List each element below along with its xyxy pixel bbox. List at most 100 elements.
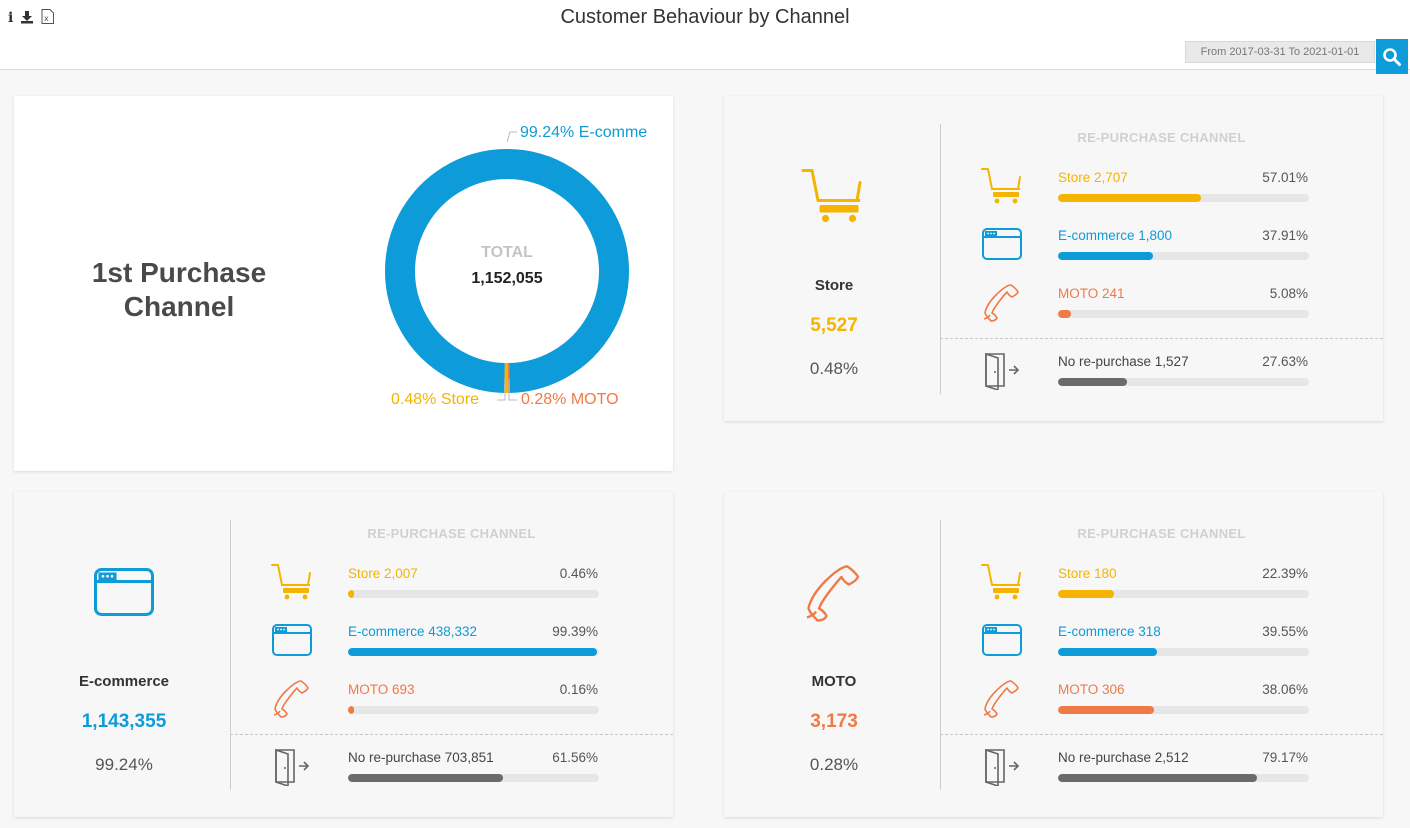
phone-icon [270,678,314,718]
progress-fill [1058,774,1257,782]
progress-track [1058,648,1309,656]
repurchase-row-moto: MOTO 241 5.08% [980,282,1320,326]
phone-icon [980,678,1024,718]
cart-icon [980,166,1024,206]
page-title: Customer Behaviour by Channel [560,6,850,28]
phone-icon [980,282,1024,322]
repurchase-row-ecom: E-commerce 438,332 99.39% [270,620,610,664]
repurchase-percent: 38.06% [1262,682,1308,697]
search-button[interactable] [1376,39,1408,74]
repurchase-row-store: Store 2,007 0.46% [270,562,610,606]
channel-name: E-commerce [78,673,170,690]
repurchase-percent: 39.55% [1262,624,1308,639]
browser-window-icon [270,620,314,660]
repurchase-percent: 22.39% [1262,566,1308,581]
progress-track [1058,590,1309,598]
dashed-divider [940,734,1383,735]
repurchase-percent: 79.17% [1262,750,1308,765]
repurchase-label: E-commerce 438,332 [348,624,478,639]
progress-track [348,648,599,656]
progress-fill [348,648,598,656]
progress-track [348,774,599,782]
progress-track [348,590,599,598]
exit-door-icon [980,350,1024,392]
donut-total-value: 1,152,055 [471,270,543,287]
repurchase-label: No re-purchase 703,851 [348,750,494,765]
repurchase-percent: 0.46% [559,566,598,581]
dashed-divider [940,338,1383,339]
date-range-field[interactable]: From 2017-03-31 To 2021-01-01 [1185,41,1375,63]
channel-summary: Store 5,527 0.48% [724,96,944,421]
cart-icon [980,562,1024,602]
repurchase-label: Store 2,707 [1058,170,1128,185]
channel-percent: 99.24% [95,755,153,774]
progress-fill [1058,706,1154,714]
moto-channel-card: MOTO 3,173 0.28% RE-PURCHASE CHANNEL Store 1… [724,492,1383,817]
progress-fill [348,590,355,598]
store-channel-card: Store 5,527 0.48% RE-PURCHASE CHANNEL Store … [724,96,1383,421]
progress-track [1058,310,1309,318]
repurchase-label: MOTO 241 [1058,286,1125,301]
repurchase-channel-heading: RE-PURCHASE CHANNEL [367,526,536,541]
channel-count: 1,143,355 [81,711,167,732]
repurchase-row-moto: MOTO 306 38.06% [980,678,1320,722]
repurchase-row-none: No re-purchase 703,851 61.56% [270,746,610,790]
progress-fill [1058,378,1128,386]
progress-track [1058,252,1309,260]
progress-track [1058,194,1309,202]
repurchase-row-moto: MOTO 693 0.16% [270,678,610,722]
progress-track [1058,774,1309,782]
repurchase-channel-heading: RE-PURCHASE CHANNEL [1077,130,1246,145]
repurchase-percent: 99.39% [552,624,598,639]
repurchase-label: E-commerce 318 [1058,624,1161,639]
cart-icon [799,166,869,226]
ecommerce-channel-card: E-commerce 1,143,355 99.24% RE-PURCHASE CHA… [14,492,673,817]
donut-label-moto: 0.28% MOTO [521,391,619,408]
channel-count: 5,527 [810,315,858,336]
first-purchase-card: 1st Purchase Channel TOTAL 1,152,055 99.… [14,96,673,471]
progress-fill [1058,590,1115,598]
progress-fill [1058,648,1158,656]
repurchase-row-store: Store 2,707 57.01% [980,166,1320,210]
channel-name: MOTO [811,673,857,690]
repurchase-percent: 37.91% [1262,228,1308,243]
dashed-divider [230,734,673,735]
phone-icon [799,562,869,622]
repurchase-label: No re-purchase 2,512 [1058,750,1189,765]
repurchase-percent: 5.08% [1269,286,1308,301]
repurchase-label: Store 2,007 [348,566,418,581]
progress-fill [1058,252,1154,260]
repurchase-row-store: Store 180 22.39% [980,562,1320,606]
progress-fill [348,774,503,782]
channel-percent: 0.28% [809,755,859,774]
repurchase-percent: 57.01% [1262,170,1308,185]
repurchase-percent: 61.56% [552,750,598,765]
vertical-divider [230,520,231,790]
repurchase-channel-heading: RE-PURCHASE CHANNEL [1077,526,1246,541]
channel-name: Store [814,277,854,294]
repurchase-row-ecom: E-commerce 1,800 37.91% [980,224,1320,268]
search-icon [1383,47,1401,66]
repurchase-label: No re-purchase 1,527 [1058,354,1189,369]
donut-total-label: TOTAL [481,244,533,261]
browser-window-icon [89,562,159,622]
top-bar: i x Customer Behaviour by Channel From 2… [0,0,1410,74]
repurchase-percent: 0.16% [559,682,598,697]
channel-percent: 0.48% [809,359,859,378]
progress-fill [1058,194,1202,202]
repurchase-row-none: No re-purchase 1,527 27.63% [980,350,1320,394]
progress-track [1058,378,1309,386]
exit-door-icon [980,746,1024,788]
progress-track [348,706,599,714]
exit-door-icon [270,746,314,788]
channel-summary: MOTO 3,173 0.28% [724,492,944,817]
progress-fill [348,706,355,714]
repurchase-label: MOTO 306 [1058,682,1125,697]
channel-count: 3,173 [810,711,858,732]
browser-window-icon [980,620,1024,660]
donut-label-store: 0.48% Store [391,391,480,408]
channel-summary: E-commerce 1,143,355 99.24% [14,492,234,817]
vertical-divider [940,124,941,394]
leader-line-ecommerce [506,131,517,143]
progress-fill [1058,310,1071,318]
